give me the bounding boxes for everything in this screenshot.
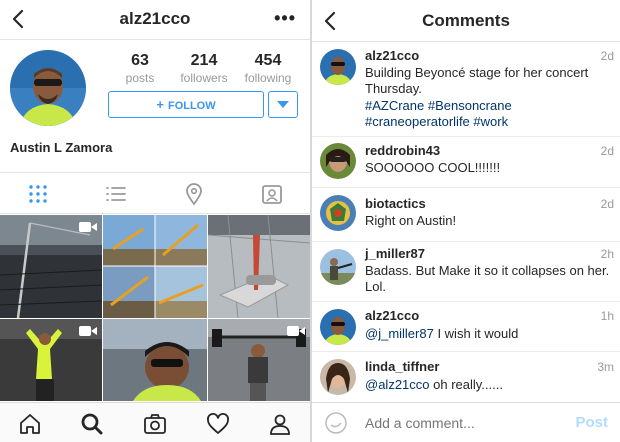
followers-label: followers [180, 71, 228, 85]
video-icon [79, 326, 97, 336]
more-options-icon[interactable]: ••• [274, 8, 296, 29]
photo-grid [0, 215, 310, 401]
comment-username[interactable]: linda_tiffner [365, 359, 439, 375]
list-view-icon[interactable] [104, 182, 128, 206]
comment-timestamp: 1h [600, 309, 614, 323]
comment-timestamp: 2d [600, 197, 614, 211]
comment-composer: Post [312, 402, 620, 442]
comments-title: Comments [422, 11, 510, 30]
profile-username: alz21cco [119, 9, 191, 28]
follow-label: FOLLOW [167, 100, 216, 112]
comment-text: Building Beyoncé stage for her concert T… [365, 65, 589, 96]
profile-full-name: Austin L Zamora [10, 140, 113, 155]
comment-hashtags[interactable]: #AZCrane #Bensoncrane #craneoperatorlife… [365, 98, 615, 130]
comment-item[interactable]: linda_tiffner 3m @alz21cco oh really....… [312, 352, 620, 402]
comment-username[interactable]: reddrobin43 [365, 143, 440, 159]
post-thumbnail[interactable] [208, 215, 310, 318]
following-label: following [244, 71, 292, 85]
comment-text: Right on Austin! [365, 213, 457, 228]
video-icon [79, 222, 97, 232]
comment-item[interactable]: biotactics 2d Right on Austin! [312, 188, 620, 242]
grid-view-icon[interactable] [26, 182, 50, 206]
tagged-photos-icon[interactable] [260, 182, 284, 206]
post-button[interactable]: Post [575, 414, 608, 431]
comment-body: I wish it would [433, 326, 519, 341]
comment-text: @j_miller87 I wish it would [365, 326, 615, 342]
heart-icon[interactable] [206, 412, 230, 436]
comment-input[interactable] [365, 415, 555, 431]
plus-icon: + [156, 97, 164, 112]
comment-text: Badass. But Make it so it collapses on h… [365, 263, 610, 294]
follow-button[interactable]: + FOLLOW [108, 91, 264, 118]
comment-item[interactable]: alz21cco 2d Building Beyoncé stage for h… [312, 43, 620, 137]
post-thumbnail[interactable] [103, 215, 207, 318]
posts-label: posts [125, 71, 155, 85]
comment-username[interactable]: j_miller87 [365, 246, 425, 262]
comment-timestamp: 2d [600, 49, 614, 63]
comment-timestamp: 2d [600, 144, 614, 158]
avatar[interactable] [320, 49, 356, 85]
home-icon[interactable] [18, 412, 42, 436]
search-icon[interactable] [80, 412, 104, 436]
avatar[interactable] [320, 249, 356, 285]
following-stat[interactable]: 454 following [236, 52, 300, 86]
comment-username[interactable]: biotactics [365, 196, 426, 212]
comment-mention[interactable]: @j_miller87 [365, 326, 434, 341]
comments-header: Comments [312, 0, 620, 42]
followers-stat[interactable]: 214 followers [172, 52, 236, 86]
post-thumbnail[interactable] [103, 319, 207, 401]
triangle-down-icon [277, 101, 289, 108]
suggested-users-dropdown-button[interactable] [268, 91, 298, 118]
comment-timestamp: 3m [597, 360, 614, 374]
bottom-tab-bar [0, 402, 310, 442]
posts-stat[interactable]: 63 posts [108, 52, 172, 86]
following-count: 454 [254, 52, 282, 69]
comment-timestamp: 2h [600, 247, 614, 261]
avatar[interactable] [320, 195, 356, 231]
profile-icon[interactable] [268, 412, 292, 436]
comment-text: SOOOOOO COOL!!!!!!! [365, 160, 501, 175]
profile-avatar[interactable] [10, 50, 86, 126]
comment-item[interactable]: j_miller87 2h Badass. But Make it so it … [312, 242, 620, 302]
avatar[interactable] [320, 309, 356, 345]
comment-item[interactable]: alz21cco 1h @j_miller87 I wish it would [312, 302, 620, 352]
comment-text: @alz21cco oh really...... [365, 377, 615, 393]
post-thumbnail[interactable] [0, 215, 102, 318]
comment-body: oh really...... [429, 377, 503, 392]
posts-count: 63 [131, 52, 149, 69]
video-icon [287, 326, 305, 336]
camera-icon[interactable] [143, 412, 167, 436]
smiley-icon[interactable] [324, 411, 348, 435]
location-pin-icon[interactable] [182, 182, 206, 206]
profile-header: alz21cco ••• [0, 0, 310, 40]
comment-username[interactable]: alz21cco [365, 308, 419, 324]
post-thumbnail[interactable] [0, 319, 102, 401]
post-thumbnail[interactable] [208, 319, 310, 401]
profile-view-tabs [0, 172, 310, 214]
avatar[interactable] [320, 143, 356, 179]
comments-screen: Comments alz21cco 2d Building Beyoncé st… [312, 0, 620, 442]
followers-count: 214 [190, 52, 218, 69]
comment-item[interactable]: reddrobin43 2d SOOOOOO COOL!!!!!!! [312, 137, 620, 188]
comment-mention[interactable]: @alz21cco [365, 377, 430, 392]
comment-username[interactable]: alz21cco [365, 48, 419, 64]
avatar[interactable] [320, 359, 356, 395]
profile-screen: alz21cco ••• 63 posts 214 followers 454 … [0, 0, 310, 442]
profile-stats: 63 posts 214 followers 454 following [108, 52, 300, 86]
